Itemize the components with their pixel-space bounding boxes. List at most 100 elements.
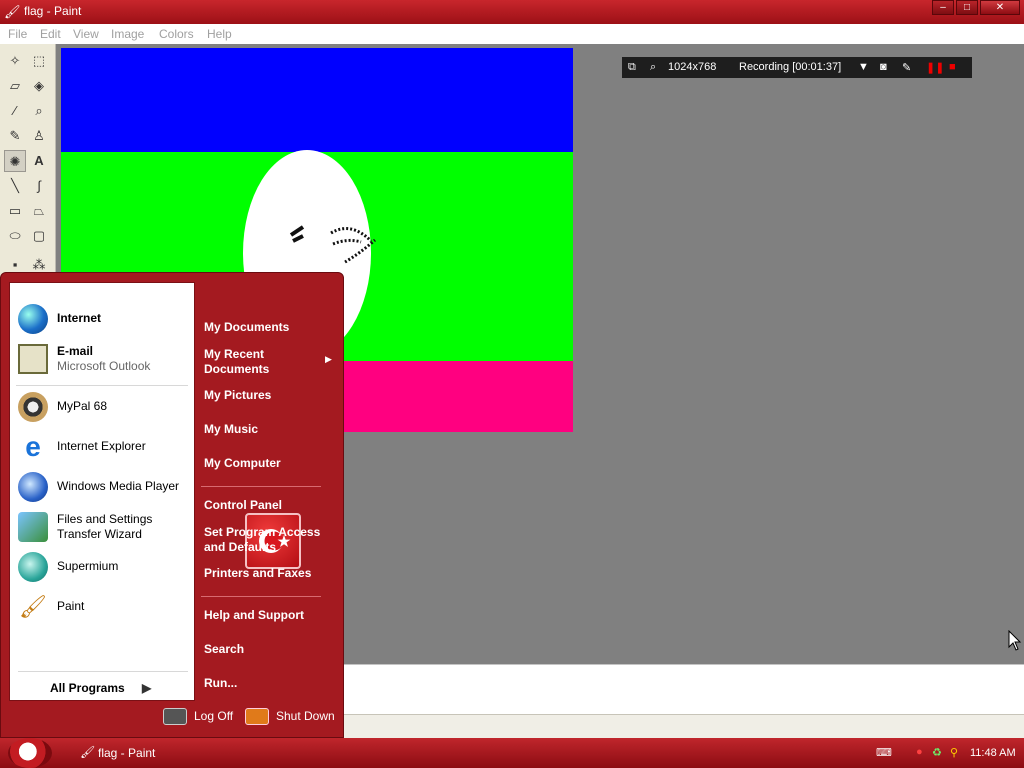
my-recent-label-line1: My Recent	[204, 347, 265, 361]
zoom-icon[interactable]: ⌕	[650, 61, 656, 74]
power-icon	[245, 708, 269, 725]
start-divider	[16, 385, 188, 386]
paint-icon: 🖌	[80, 745, 96, 759]
paint-icon: 🖌	[19, 594, 47, 619]
search-tray-icon[interactable]: ⚲	[950, 746, 958, 759]
set-program-label-line1: Set Program Access	[204, 525, 321, 539]
start-right-divider	[201, 596, 321, 597]
start-run[interactable]: Run...	[204, 676, 237, 691]
start-item-media-player[interactable]: Windows Media Player	[14, 469, 194, 505]
all-programs-button[interactable]: All Programs ▶	[50, 681, 170, 699]
start-help-support[interactable]: Help and Support	[204, 608, 304, 623]
taskbar-item-label: flag - Paint	[98, 746, 156, 760]
start-item-label: Files and Settings	[57, 512, 153, 526]
menu-edit[interactable]: Edit	[40, 27, 61, 41]
my-recent-label-line2: Documents	[204, 362, 270, 376]
globe-icon	[18, 304, 48, 334]
all-programs-label: All Programs	[50, 681, 125, 695]
mypal-icon	[18, 392, 48, 422]
magnifier-icon[interactable]: ⌕	[28, 100, 50, 122]
airbrush-icon[interactable]: ✺	[4, 150, 26, 172]
start-item-label: E-mail	[57, 344, 94, 358]
keyboard-icon[interactable]: ⌨	[876, 746, 892, 759]
start-search[interactable]: Search	[204, 642, 244, 657]
start-menu-footer: Log Off Shut Down	[1, 701, 343, 737]
rounded-rect-icon[interactable]: ▢	[28, 225, 50, 247]
menu-view[interactable]: View	[73, 27, 99, 41]
fill-bucket-icon[interactable]: ◈	[28, 75, 50, 97]
recording-toolbar: ⧉ ⌕ 1024x768 Recording [00:01:37] ▼ ◙ ✎ …	[622, 57, 972, 78]
transfer-wizard-icon	[18, 512, 48, 542]
start-menu: Internet E-mail Microsoft Outlook MyPal …	[0, 272, 344, 738]
close-button[interactable]: ✕	[980, 0, 1020, 15]
rect-select-icon[interactable]: ⬚	[28, 50, 50, 72]
start-my-documents[interactable]: My Documents	[204, 320, 289, 335]
start-printers-faxes[interactable]: Printers and Faxes	[204, 566, 311, 581]
start-item-internet-explorer[interactable]: e Internet Explorer	[14, 429, 194, 465]
start-item-sublabel: Microsoft Outlook	[57, 359, 151, 373]
start-item-label: Internet	[57, 311, 102, 325]
mouse-cursor	[1008, 629, 1022, 652]
start-item-email[interactable]: E-mail Microsoft Outlook	[14, 341, 194, 377]
start-control-panel[interactable]: Control Panel	[204, 498, 282, 513]
ellipse-icon[interactable]: ⬭	[4, 225, 26, 247]
recording-status: Recording [00:01:37]	[739, 61, 842, 73]
arrow-right-icon: ▶	[142, 681, 152, 695]
free-select-icon[interactable]: ✧	[4, 50, 26, 72]
start-item-label: Supermium	[57, 559, 119, 573]
start-item-label: MyPal 68	[57, 399, 108, 413]
maximize-button[interactable]: □	[956, 0, 978, 15]
start-my-pictures[interactable]: My Pictures	[204, 388, 271, 403]
start-item-transfer-wizard[interactable]: Files and Settings Transfer Wizard	[14, 509, 194, 545]
system-tray: ⌨ ● ♻ ⚲ 11:48 AM	[870, 738, 1024, 768]
minimize-button[interactable]: –	[932, 0, 954, 15]
line-icon[interactable]: ╲	[4, 175, 26, 197]
taskbar-item-paint[interactable]: 🖌 flag - Paint	[76, 742, 236, 764]
menu-image[interactable]: Image	[111, 27, 144, 41]
start-button[interactable]	[8, 738, 52, 768]
stop-icon[interactable]: ■	[949, 61, 956, 73]
start-item-paint[interactable]: 🖌 Paint	[14, 589, 194, 625]
internet-explorer-icon: e	[25, 431, 41, 462]
start-item-internet[interactable]: Internet	[14, 301, 194, 337]
menu-help[interactable]: Help	[207, 27, 232, 41]
start-menu-left-pane: Internet E-mail Microsoft Outlook MyPal …	[9, 282, 195, 701]
start-item-label: Internet Explorer	[57, 439, 146, 453]
camera-icon[interactable]: ◙	[880, 61, 887, 73]
polygon-icon[interactable]: ⏢	[28, 200, 50, 222]
log-off-label: Log Off	[194, 709, 234, 723]
rectangle-icon[interactable]: ▭	[4, 200, 26, 222]
menu-colors[interactable]: Colors	[159, 27, 194, 41]
dropdown-arrow-icon[interactable]: ▼	[858, 61, 869, 73]
menu-bar: File Edit View Image Colors Help	[0, 24, 1024, 44]
start-right-divider	[201, 486, 321, 487]
recorder-tray-icon[interactable]: ●	[916, 746, 923, 758]
start-item-label-line2: Transfer Wizard	[57, 527, 142, 541]
brush-icon[interactable]: ♙	[28, 125, 50, 147]
email-icon	[18, 344, 48, 374]
toolbox: ✧ ⬚ ▱ ◈ ⁄ ⌕ ✎ ♙ ✺ A ╲ ∫ ▭ ⏢ ⬭ ▢ ▪ ⁂	[0, 44, 56, 284]
start-my-computer[interactable]: My Computer	[204, 456, 281, 471]
start-item-mypal[interactable]: MyPal 68	[14, 389, 194, 425]
paint-app-icon: 🖌	[4, 4, 21, 19]
curve-icon[interactable]: ∫	[28, 175, 50, 197]
title-bar[interactable]: 🖌 flag - Paint – □ ✕	[0, 0, 1024, 24]
text-tool-icon[interactable]: A	[28, 150, 50, 172]
start-my-music[interactable]: My Music	[204, 422, 258, 437]
recording-resolution: 1024x768	[668, 61, 717, 73]
eraser-icon[interactable]: ▱	[4, 75, 26, 97]
clock: 11:48 AM	[970, 747, 1016, 759]
window-title: flag - Paint	[24, 4, 82, 18]
menu-file[interactable]: File	[8, 27, 27, 41]
submenu-arrow-icon: ▶	[325, 354, 332, 364]
start-item-supermium[interactable]: Supermium	[14, 549, 194, 585]
shut-down-label: Shut Down	[276, 709, 335, 723]
pause-icon[interactable]: ❚❚	[926, 61, 944, 74]
network-tray-icon[interactable]: ♻	[932, 746, 942, 759]
pen-icon[interactable]: ✎	[902, 61, 911, 74]
start-set-program-access[interactable]: Set Program Access and Defaults	[204, 525, 320, 555]
color-picker-icon[interactable]: ⁄	[4, 100, 26, 122]
restore-icon[interactable]: ⧉	[628, 61, 636, 74]
start-my-recent-documents[interactable]: My Recent Documents	[204, 347, 269, 377]
pencil-icon[interactable]: ✎	[4, 125, 26, 147]
